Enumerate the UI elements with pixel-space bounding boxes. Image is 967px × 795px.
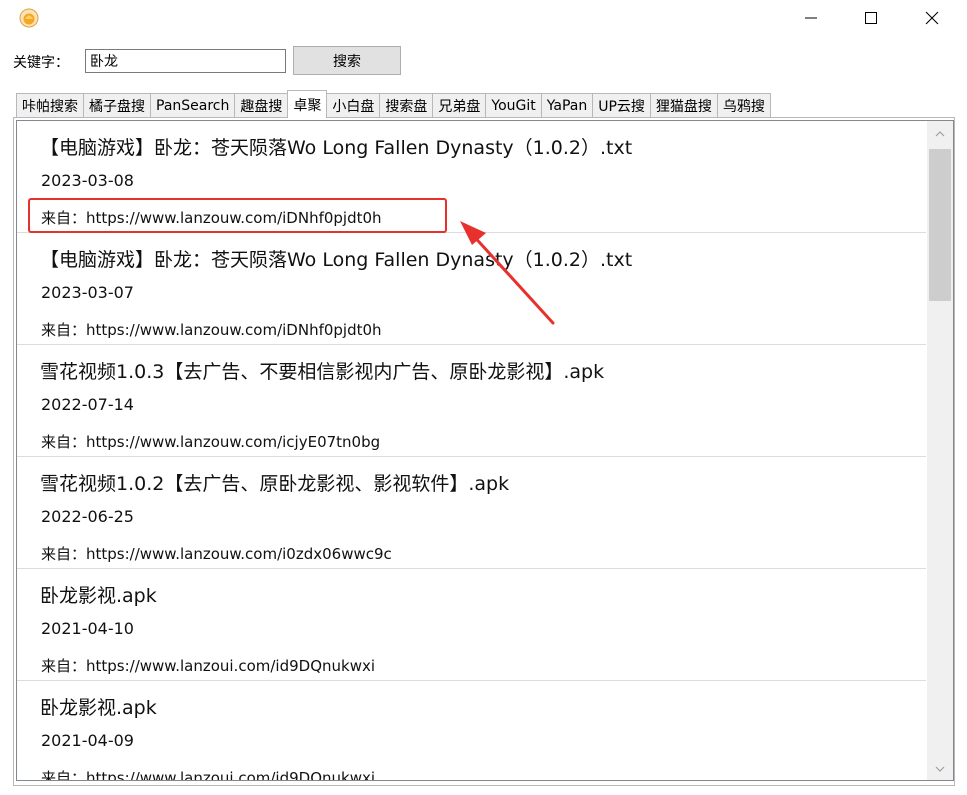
result-date: 2021-04-10 [41,619,134,638]
result-source: 来自：https://www.lanzoui.com/id9DQnukwxi [41,657,376,675]
title-bar [0,0,967,36]
scroll-down-button[interactable] [927,758,953,780]
chevron-down-icon [935,766,945,772]
result-title: 卧龙影视.apk [40,697,157,719]
tab-sousuopan[interactable]: 搜索盘 [379,93,434,118]
scroll-thumb[interactable] [929,149,951,301]
tab-upyun[interactable]: UP云搜 [592,93,651,118]
result-date: 2023-03-07 [41,283,134,302]
result-source: 来自：https://www.lanzouw.com/icjyE07tn0bg [41,433,381,451]
keyword-label: 关键字： [13,55,69,71]
list-item[interactable]: 雪花视频1.0.3【去广告、不要相信影视内广告、原卧龙影视】.apk 2022-… [17,345,926,457]
result-date: 2022-07-14 [41,395,134,414]
tab-xiaobai[interactable]: 小白盘 [326,93,381,118]
minimize-button[interactable] [783,0,839,36]
result-source: 来自：https://www.lanzouw.com/i0zdx06wwc9c [41,545,392,563]
scroll-up-button[interactable] [927,123,953,145]
search-input[interactable] [85,49,286,73]
maximize-button[interactable] [843,0,899,36]
tab-qupan[interactable]: 趣盘搜 [234,93,289,118]
result-title: 雪花视频1.0.3【去广告、不要相信影视内广告、原卧龙影视】.apk [40,361,605,383]
tab-limao[interactable]: 狸猫盘搜 [649,93,718,118]
result-title: 雪花视频1.0.2【去广告、原卧龙影视、影视软件】.apk [40,473,510,495]
result-date: 2023-03-08 [41,171,134,190]
maximize-icon [865,12,877,24]
result-title: 【电脑游戏】卧龙：苍天陨落Wo Long Fallen Dynasty（1.0.… [40,249,633,271]
minimize-icon [805,17,817,19]
result-source: 来自：https://www.lanzoui.com/id9DQnukwxi [41,769,376,781]
list-item[interactable]: 【电脑游戏】卧龙：苍天陨落Wo Long Fallen Dynasty（1.0.… [17,233,926,345]
tab-wuya[interactable]: 乌鸦搜 [716,93,771,118]
result-date: 2022-06-25 [41,507,134,526]
tab-yougit[interactable]: YouGit [485,93,542,118]
tab-yapan[interactable]: YaPan [540,93,594,118]
chevron-up-icon [935,131,945,137]
results-list[interactable]: 【电脑游戏】卧龙：苍天陨落Wo Long Fallen Dynasty（1.0.… [16,120,954,781]
vertical-scrollbar[interactable] [927,121,953,780]
source-tab-bar: 咔帕搜索 橘子盘搜 PanSearch 趣盘搜 卓聚 小白盘 搜索盘 兄弟盘 Y… [16,90,771,118]
close-button[interactable] [904,0,960,36]
result-title: 卧龙影视.apk [40,585,157,607]
result-source: 来自：https://www.lanzouw.com/iDNhf0pjdt0h [41,321,382,339]
tab-juzi[interactable]: 橘子盘搜 [83,93,151,118]
tab-pansearch[interactable]: PanSearch [150,93,236,118]
search-button[interactable]: 搜索 [293,46,401,75]
result-source: 来自：https://www.lanzouw.com/iDNhf0pjdt0h [41,209,382,227]
results-container: 【电脑游戏】卧龙：苍天陨落Wo Long Fallen Dynasty（1.0.… [17,121,926,781]
tab-zhuoju[interactable]: 卓聚 [287,90,328,118]
app-logo-icon [19,8,39,28]
tab-kapa[interactable]: 咔帕搜索 [16,93,84,118]
result-date: 2021-04-09 [41,731,134,750]
result-title: 【电脑游戏】卧龙：苍天陨落Wo Long Fallen Dynasty（1.0.… [40,137,633,159]
app-window: 关键字： 搜索 咔帕搜索 橘子盘搜 PanSearch 趣盘搜 卓聚 小白盘 搜… [0,0,967,795]
close-icon [925,11,939,25]
tab-xiongdi[interactable]: 兄弟盘 [432,93,487,118]
list-item[interactable]: 雪花视频1.0.2【去广告、原卧龙影视、影视软件】.apk 2022-06-25… [17,457,926,569]
list-item[interactable]: 卧龙影视.apk 2021-04-09 来自：https://www.lanzo… [17,681,926,781]
list-item[interactable]: 卧龙影视.apk 2021-04-10 来自：https://www.lanzo… [17,569,926,681]
list-item[interactable]: 【电脑游戏】卧龙：苍天陨落Wo Long Fallen Dynasty（1.0.… [17,121,926,233]
